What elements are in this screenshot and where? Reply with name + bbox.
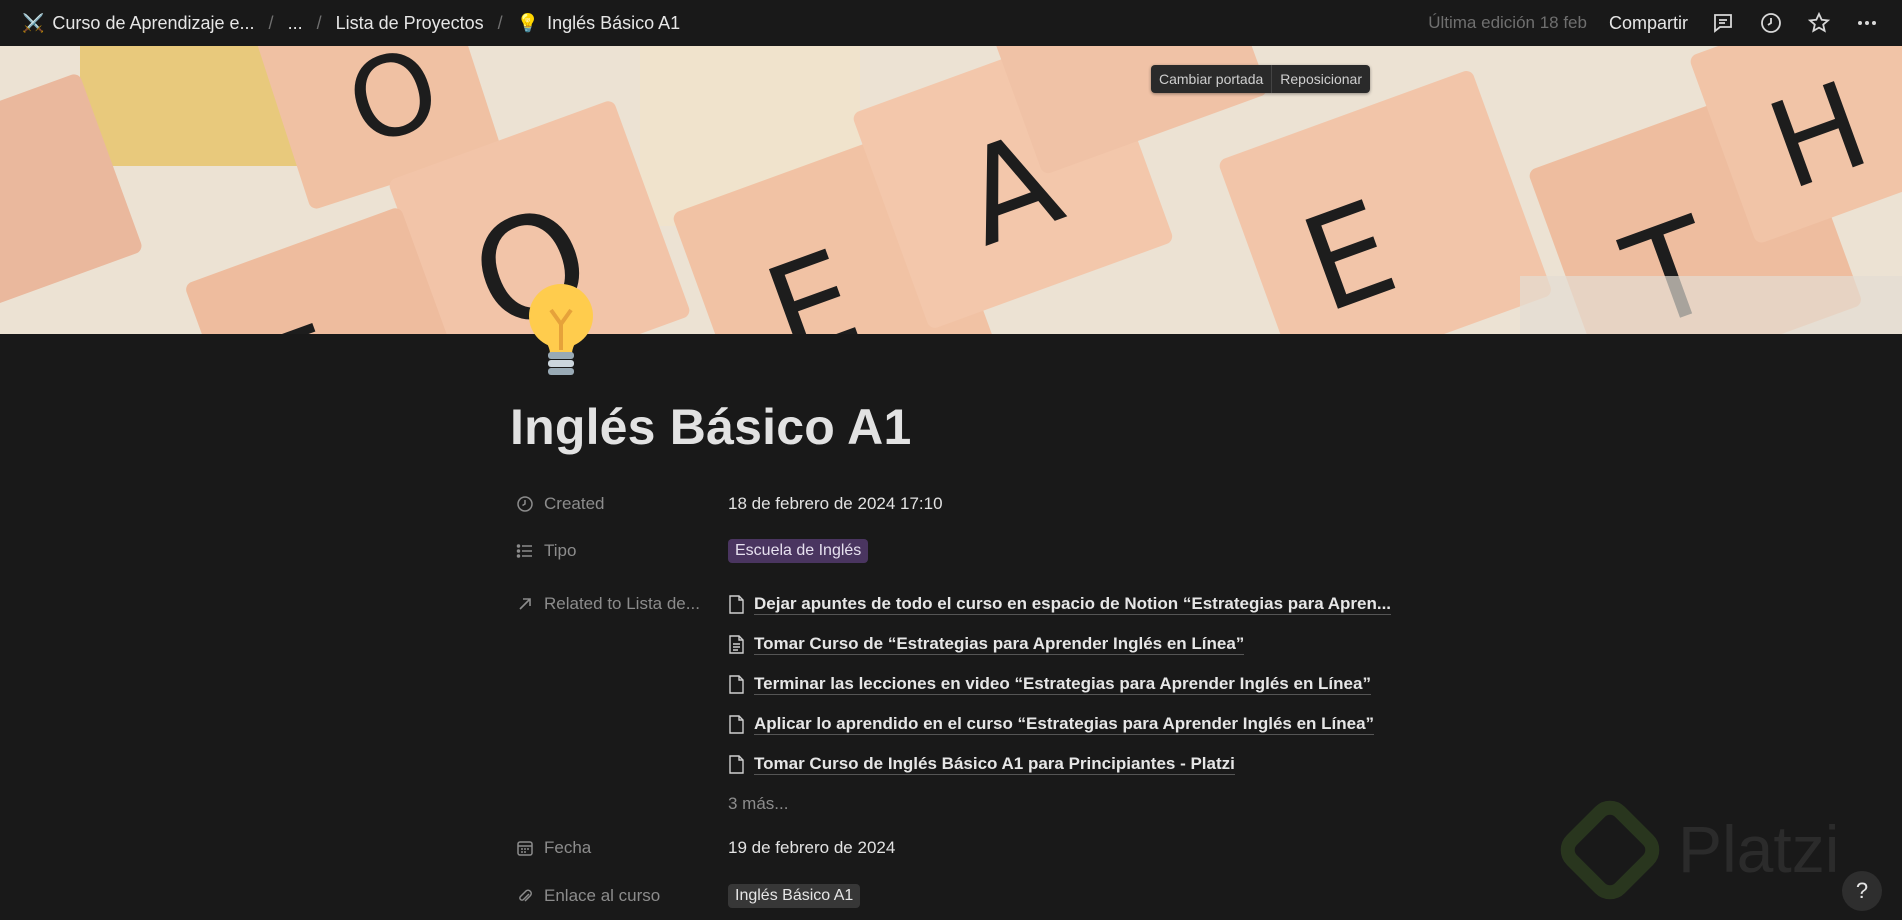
- related-item-label: Dejar apuntes de todo el curso en espaci…: [754, 593, 1392, 615]
- arrow-up-right-icon: [519, 598, 531, 610]
- tipo-value[interactable]: Escuela de Inglés: [728, 537, 869, 565]
- related-list: Dejar apuntes de todo el curso en espaci…: [728, 584, 1392, 824]
- fecha-value[interactable]: 19 de febrero de 2024: [728, 834, 895, 862]
- enlace-value[interactable]: Inglés Básico A1: [728, 882, 861, 910]
- last-edited-label[interactable]: Última edición 18 feb: [1428, 13, 1587, 33]
- show-more-link[interactable]: 3 más...: [728, 784, 1391, 824]
- page-text-icon: [729, 634, 744, 654]
- cover-image: O O T E A E T H Cambiar portada Reposici…: [0, 46, 1902, 334]
- breadcrumb-item-ellipsis[interactable]: ...: [288, 13, 303, 34]
- comment-icon[interactable]: [1710, 10, 1736, 36]
- help-button[interactable]: ?: [1842, 871, 1882, 911]
- page-title[interactable]: Inglés Básico A1: [510, 398, 912, 456]
- breadcrumb-item-projects[interactable]: Lista de Proyectos: [336, 13, 484, 34]
- property-label: Fecha: [544, 838, 592, 857]
- watermark-text: Platzi: [1678, 812, 1839, 886]
- lightbulb-icon: 💡: [516, 12, 540, 33]
- page-icon: [729, 674, 744, 694]
- property-label: Enlace al curso: [544, 886, 661, 905]
- property-enlace: Enlace al curso Inglés Básico A1: [516, 872, 1416, 920]
- related-item-label: Tomar Curso de Inglés Básico A1 para Pri…: [754, 753, 1235, 775]
- related-item-label: Aplicar lo aprendido en el curso “Estrat…: [754, 713, 1375, 735]
- property-label: Related to Lista de...: [544, 594, 700, 613]
- change-cover-button[interactable]: Cambiar portada: [1151, 65, 1271, 93]
- cover-controls: Cambiar portada Reposicionar: [1151, 65, 1370, 93]
- related-item-label: Tomar Curso de “Estrategias para Aprende…: [754, 633, 1245, 655]
- property-created: Created 18 de febrero de 2024 17:10: [516, 490, 1416, 537]
- calendar-icon: [517, 841, 533, 856]
- page-lightbulb-icon[interactable]: [520, 280, 602, 380]
- swords-icon: ⚔️: [22, 12, 45, 33]
- breadcrumb-label: Inglés Básico A1: [547, 12, 681, 33]
- page-icon: [729, 754, 744, 774]
- breadcrumb-item-course[interactable]: ⚔️ Curso de Aprendizaje e...: [22, 13, 255, 34]
- property-tipo: Tipo Escuela de Inglés: [516, 537, 1416, 584]
- scrabble-tiles-image: O O T E A E T H: [0, 46, 1902, 334]
- page-icon: [729, 594, 744, 614]
- breadcrumb-separator: /: [268, 12, 274, 33]
- breadcrumb-separator: /: [497, 12, 503, 33]
- related-item[interactable]: Tomar Curso de Inglés Básico A1 para Pri…: [728, 744, 1391, 784]
- breadcrumb-label: ...: [287, 12, 303, 33]
- property-related: Related to Lista de... Dejar apuntes de …: [516, 584, 1416, 824]
- related-item-label: Terminar las lecciones en video “Estrate…: [754, 673, 1371, 695]
- page-icon: [729, 714, 744, 734]
- related-item[interactable]: Terminar las lecciones en video “Estrate…: [728, 664, 1391, 704]
- property-fecha: Fecha 19 de febrero de 2024: [516, 824, 1416, 872]
- related-item[interactable]: Dejar apuntes de todo el curso en espaci…: [728, 584, 1392, 624]
- list-icon: [516, 544, 532, 558]
- property-name[interactable]: Enlace al curso: [516, 882, 728, 910]
- property-label: Created: [544, 494, 605, 513]
- breadcrumb-label: Curso de Aprendizaje e...: [52, 12, 255, 33]
- star-icon[interactable]: [1806, 10, 1832, 36]
- history-icon[interactable]: [1758, 10, 1784, 36]
- breadcrumb-label: Lista de Proyectos: [335, 12, 484, 33]
- created-value[interactable]: 18 de febrero de 2024 17:10: [728, 490, 943, 518]
- reposition-button[interactable]: Reposicionar: [1271, 65, 1370, 93]
- clock-icon: [517, 496, 533, 512]
- share-button[interactable]: Compartir: [1609, 13, 1688, 34]
- breadcrumb: ⚔️ Curso de Aprendizaje e... / ... / Lis…: [22, 13, 680, 34]
- tipo-tag[interactable]: Escuela de Inglés: [728, 539, 869, 563]
- property-label: Tipo: [544, 541, 577, 560]
- breadcrumb-separator: /: [316, 12, 322, 33]
- properties-panel: Created 18 de febrero de 2024 17:10 Tipo…: [516, 490, 1416, 920]
- enlace-tag[interactable]: Inglés Básico A1: [728, 884, 861, 908]
- property-name[interactable]: Created: [516, 490, 728, 518]
- related-item[interactable]: Tomar Curso de “Estrategias para Aprende…: [728, 624, 1391, 664]
- breadcrumb-item-current[interactable]: 💡 Inglés Básico A1: [517, 13, 681, 34]
- property-name[interactable]: Tipo: [516, 537, 728, 565]
- related-item[interactable]: Aplicar lo aprendido en el curso “Estrat…: [728, 704, 1391, 744]
- property-name[interactable]: Fecha: [516, 834, 728, 862]
- paperclip-icon: [519, 889, 532, 902]
- property-name[interactable]: Related to Lista de...: [516, 584, 728, 624]
- top-bar: ⚔️ Curso de Aprendizaje e... / ... / Lis…: [0, 0, 1902, 46]
- more-icon[interactable]: [1854, 10, 1880, 36]
